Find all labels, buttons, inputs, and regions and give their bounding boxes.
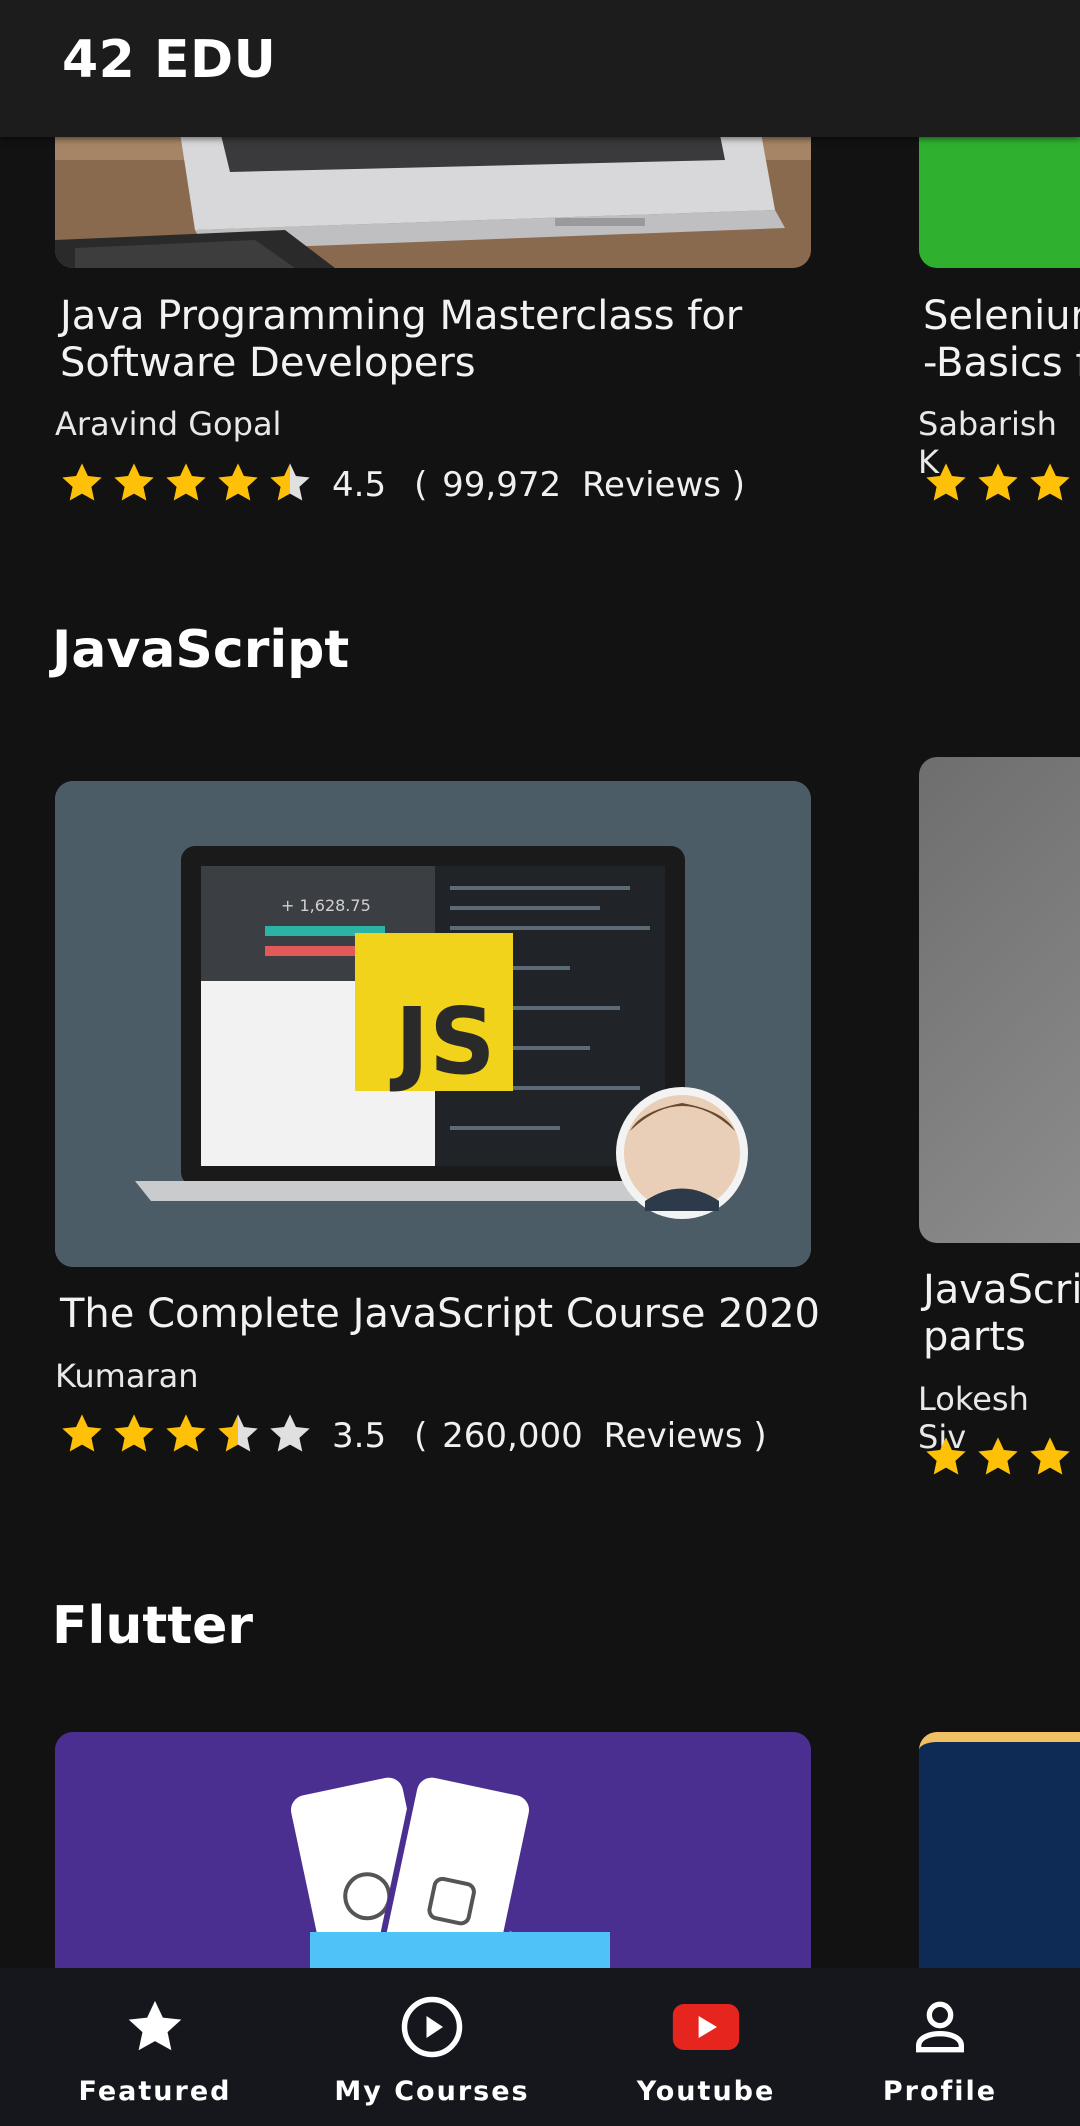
nav-featured[interactable]: Featured xyxy=(55,1968,255,2126)
svg-text:+ 1,628.75: + 1,628.75 xyxy=(281,896,371,915)
course-title-line2: -Basics f xyxy=(923,340,1080,386)
play-circle-icon xyxy=(397,1992,467,2062)
course-thumbnail-javascript-2[interactable] xyxy=(919,757,1080,1243)
nav-label: Featured xyxy=(78,2076,232,2107)
star-icon xyxy=(120,1992,190,2062)
reviews-count: ( 99,972 Reviews ) xyxy=(414,465,746,505)
flutter-course-image xyxy=(55,1732,811,1968)
course-title-line2: Software Developers xyxy=(60,340,476,386)
course-thumbnail-flutter-2[interactable] xyxy=(919,1732,1080,1968)
youtube-icon xyxy=(671,1992,741,2062)
star-full-icon xyxy=(162,1410,210,1462)
star-rating xyxy=(922,459,1080,511)
course-title: The Complete JavaScript Course 2020 xyxy=(60,1291,820,1337)
star-empty-icon xyxy=(266,1410,314,1462)
nav-profile[interactable]: Profile xyxy=(860,1968,1020,2126)
star-full-icon xyxy=(922,459,970,511)
star-full-icon xyxy=(58,1410,106,1462)
bottom-navigation: Featured My Courses Youtube Profile xyxy=(0,1968,1080,2126)
app-title: 42 EDU xyxy=(62,30,277,90)
course-author: Kumaran xyxy=(55,1357,199,1395)
svg-text:JS: JS xyxy=(389,988,496,1095)
course-feed[interactable]: Java Programming Masterclass for Softwar… xyxy=(0,0,1080,1968)
star-full-icon xyxy=(110,459,158,511)
nav-label: Youtube xyxy=(636,2076,776,2107)
star-full-icon xyxy=(162,459,210,511)
star-rating xyxy=(58,1410,314,1462)
course-thumbnail-javascript[interactable]: + 1,628.75 JS xyxy=(55,781,811,1267)
rating-row xyxy=(922,460,1080,510)
rating-row xyxy=(922,1434,1080,1484)
star-full-icon xyxy=(1026,459,1074,511)
star-rating xyxy=(58,459,314,511)
star-half-icon xyxy=(214,1410,262,1462)
nav-label: My Courses xyxy=(334,2076,530,2107)
app-bar: 42 EDU xyxy=(0,0,1080,137)
person-icon xyxy=(905,1992,975,2062)
nav-my-courses[interactable]: My Courses xyxy=(322,1968,542,2126)
nav-youtube[interactable]: Youtube xyxy=(606,1968,806,2126)
reviews-count: ( 260,000 Reviews ) xyxy=(414,1416,767,1456)
star-full-icon xyxy=(110,1410,158,1462)
course-author: Aravind Gopal xyxy=(55,405,282,443)
course-title: JavaScri xyxy=(923,1267,1080,1313)
star-full-icon xyxy=(974,459,1022,511)
course-title: Seleniur xyxy=(923,293,1080,339)
section-title-flutter: Flutter xyxy=(52,1596,253,1656)
js-course-image: + 1,628.75 JS xyxy=(55,781,811,1267)
rating-row: 3.5 ( 260,000 Reviews ) xyxy=(58,1411,767,1461)
star-full-icon xyxy=(922,1433,970,1485)
nav-label: Profile xyxy=(882,2076,998,2107)
rating-value: 3.5 xyxy=(332,1416,387,1456)
star-rating xyxy=(922,1433,1080,1485)
course-title: Java Programming Masterclass for xyxy=(60,293,743,339)
rating-value: 4.5 xyxy=(332,465,387,505)
star-full-icon xyxy=(1026,1433,1074,1485)
course-title-line2: parts xyxy=(923,1314,1026,1360)
section-title-javascript: JavaScript xyxy=(52,620,350,680)
rating-row: 4.5 ( 99,972 Reviews ) xyxy=(58,460,745,510)
star-full-icon xyxy=(974,1433,1022,1485)
star-full-icon xyxy=(214,459,262,511)
course-thumbnail-flutter[interactable] xyxy=(55,1732,811,1968)
star-half-icon xyxy=(266,459,314,511)
star-full-icon xyxy=(58,459,106,511)
